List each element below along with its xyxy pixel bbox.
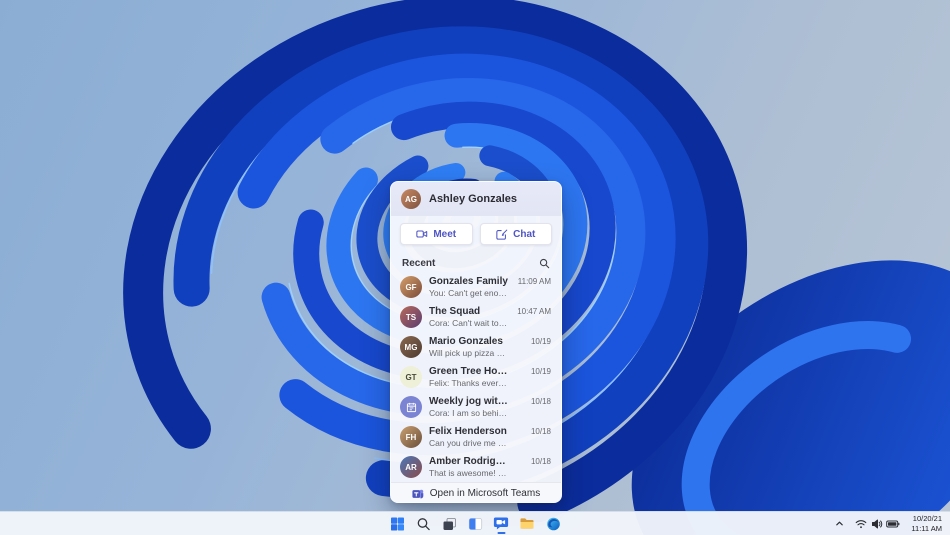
chat-preview: Will pick up pizza after my practice. — [429, 348, 508, 359]
task-view-button[interactable] — [439, 513, 460, 535]
avatar: AR — [400, 456, 422, 478]
chat-list-item[interactable]: MG Mario Gonzales Will pick up pizza aft… — [391, 332, 561, 362]
meet-button[interactable]: Meet — [400, 223, 473, 245]
avatar: TS — [400, 306, 422, 328]
start-button[interactable] — [387, 513, 408, 535]
teams-chat-button[interactable] — [491, 513, 512, 535]
avatar — [400, 396, 422, 418]
chat-name: Gonzales Family — [429, 275, 508, 287]
recent-chat-list: GF Gonzales Family You: Can't get enough… — [391, 272, 561, 482]
tray-date: 10/20/21 — [912, 514, 942, 524]
microsoft-teams-logo-icon — [412, 489, 424, 498]
chat-time: 10:47 AM — [517, 307, 551, 316]
open-in-teams-label: Open in Microsoft Teams — [429, 488, 541, 499]
windows-logo-icon — [390, 517, 404, 530]
avatar: FH — [400, 426, 422, 448]
file-explorer-icon — [520, 518, 534, 529]
chat-name: Mario Gonzales — [429, 335, 503, 347]
chat-time: 10/19 — [530, 337, 551, 346]
tray-time: 11:11 AM — [911, 523, 942, 533]
chevron-up-icon — [836, 521, 843, 526]
chat-preview: That is awesome! Love it! — [429, 468, 508, 479]
taskbar-center-icons — [387, 512, 564, 535]
hidden-icons-button[interactable] — [832, 515, 846, 533]
wifi-icon — [854, 515, 868, 533]
recent-label: Recent — [402, 258, 436, 269]
volume-icon — [870, 515, 884, 533]
chat-name: Amber Rodriguez — [429, 455, 508, 467]
chat-name: The Squad — [429, 305, 481, 317]
chat-time: 10/18 — [530, 397, 551, 406]
chat-time: 10/18 — [530, 427, 551, 436]
chat-preview: Can you drive me to the PTA today? — [429, 438, 508, 449]
chat-list-item[interactable]: GF Gonzales Family You: Can't get enough… — [391, 272, 561, 302]
task-view-icon — [443, 517, 456, 530]
chat-list-item[interactable]: GT Green Tree House PTA Felix: Thanks ev… — [391, 362, 561, 392]
file-explorer-button[interactable] — [517, 513, 538, 535]
chat-time: 11:09 AM — [517, 277, 551, 286]
widgets-button[interactable] — [465, 513, 486, 535]
widgets-icon — [468, 517, 482, 530]
user-avatar[interactable]: AG — [401, 189, 421, 209]
chat-button[interactable]: Chat — [479, 223, 552, 245]
user-name: Ashley Gonzales — [429, 193, 518, 205]
chat-list-item[interactable]: AR Amber Rodriguez That is awesome! Love… — [391, 452, 561, 482]
open-in-teams-button[interactable]: Open in Microsoft Teams — [391, 482, 561, 502]
chat-list-item[interactable]: Weekly jog with Cora Cora: I am so behin… — [391, 392, 561, 422]
quick-settings-button[interactable] — [852, 515, 902, 533]
search-button[interactable] — [413, 513, 434, 535]
chat-panel-header: AG Ashley Gonzales — [391, 182, 561, 216]
microsoft-edge-icon — [546, 517, 560, 530]
chat-preview: Cora: Can't wait to see everyone! — [429, 318, 508, 329]
chat-name: Weekly jog with Cora — [429, 395, 508, 407]
chat-time: 10/19 — [530, 367, 551, 376]
chat-name: Green Tree House PTA — [429, 365, 508, 377]
chat-preview: You: Can't get enough of her. — [429, 288, 508, 299]
video-camera-icon — [416, 230, 428, 238]
search-icon[interactable] — [539, 258, 550, 269]
taskbar-tray: 10/20/21 11:11 AM — [832, 512, 945, 535]
chat-panel-actions: Meet Chat — [391, 216, 561, 253]
chat-button-label: Chat — [513, 228, 536, 240]
avatar: GF — [400, 276, 422, 298]
battery-icon — [886, 515, 900, 533]
meet-button-label: Meet — [433, 228, 457, 240]
taskbar: 10/20/21 11:11 AM — [0, 511, 950, 535]
chat-list-item[interactable]: FH Felix Henderson Can you drive me to t… — [391, 422, 561, 452]
chat-time: 10/18 — [530, 457, 551, 466]
avatar: MG — [400, 336, 422, 358]
calendar-icon — [406, 402, 416, 412]
avatar: GT — [400, 366, 422, 388]
teams-chat-flyout: AG Ashley Gonzales Meet Chat Recent GF G… — [390, 181, 562, 503]
compose-icon — [496, 229, 508, 240]
search-icon — [417, 517, 430, 530]
teams-chat-icon — [493, 517, 509, 530]
clock[interactable]: 10/20/21 11:11 AM — [908, 513, 945, 534]
edge-button[interactable] — [543, 513, 564, 535]
chat-list-item[interactable]: TS The Squad Cora: Can't wait to see eve… — [391, 302, 561, 332]
chat-name: Felix Henderson — [429, 425, 507, 437]
recent-header-row: Recent — [391, 253, 561, 272]
chat-preview: Cora: I am so behind on my step goals. — [429, 408, 508, 419]
chat-preview: Felix: Thanks everyone for attending tod… — [429, 378, 508, 389]
